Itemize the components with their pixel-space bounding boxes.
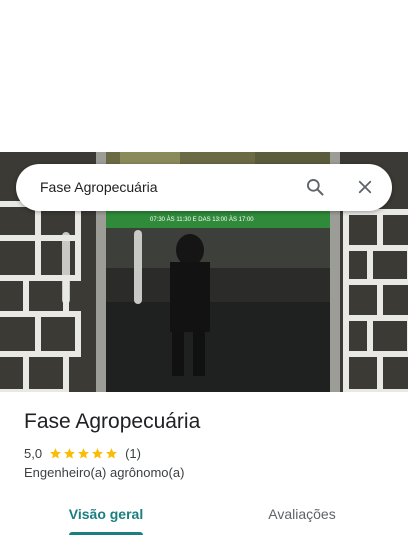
rating-row[interactable]: 5,0 (1) xyxy=(24,445,141,461)
star-icon xyxy=(50,447,61,458)
search-bar[interactable]: Fase Agropecuária xyxy=(16,164,392,211)
place-title: Fase Agropecuária xyxy=(24,410,201,433)
star-icon xyxy=(92,447,103,458)
search-input[interactable]: Fase Agropecuária xyxy=(40,164,158,211)
star-icon xyxy=(78,447,89,458)
star-icon xyxy=(106,447,117,458)
close-icon[interactable] xyxy=(353,175,377,199)
tab-reviews[interactable]: Avaliações xyxy=(260,494,344,534)
tab-overview[interactable]: Visão geral xyxy=(66,494,146,534)
star-rating xyxy=(49,447,119,460)
place-category: Engenheiro(a) agrônomo(a) xyxy=(24,465,185,480)
photo-sign-text: 07:30 ÀS 11:30 E DAS 13:00 ÀS 17:00 xyxy=(150,216,254,223)
active-tab-indicator xyxy=(69,532,143,535)
rating-value: 5,0 xyxy=(24,445,43,461)
star-icon xyxy=(64,447,75,458)
search-icon[interactable] xyxy=(303,175,327,199)
review-count[interactable]: (1) xyxy=(125,446,141,461)
tab-bar: Visão geral Avaliações xyxy=(0,494,408,536)
